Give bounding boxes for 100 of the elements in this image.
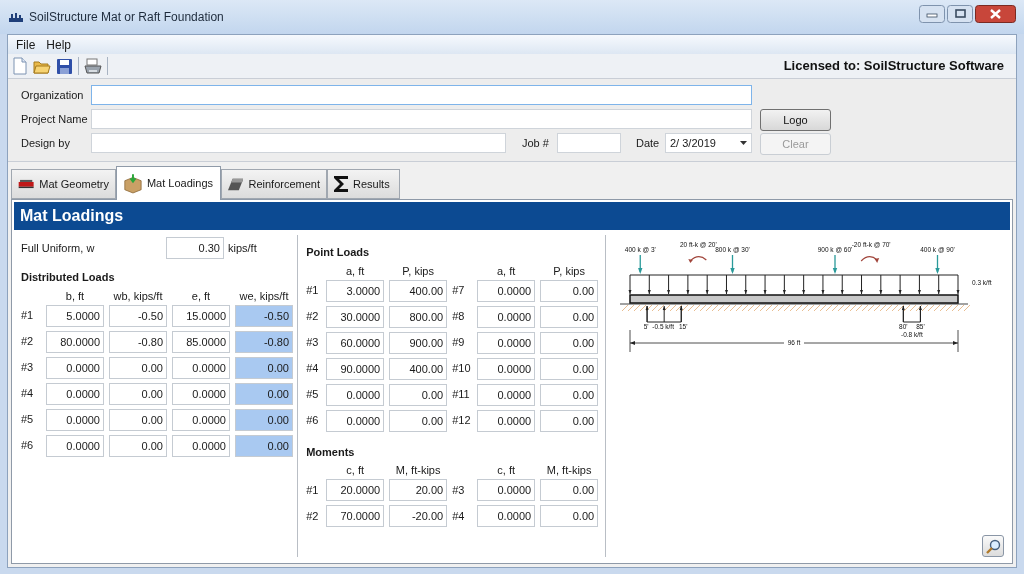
value-field[interactable]: 400.00 [389, 357, 448, 380]
value-field[interactable]: -20.00 [389, 505, 448, 527]
value-field[interactable]: -0.80 [235, 330, 293, 353]
row-label: #10 [452, 361, 472, 377]
value-field[interactable]: 0.00 [540, 505, 599, 527]
value-field[interactable]: 0.00 [540, 279, 599, 302]
value-field[interactable]: 0.0000 [326, 383, 385, 406]
menu-item[interactable]: Help [41, 35, 77, 54]
value-field[interactable]: -0.80 [109, 330, 167, 353]
value-field[interactable]: 30.0000 [326, 305, 385, 328]
value-field[interactable]: 0.00 [109, 434, 167, 457]
minimize-button[interactable] [919, 5, 945, 23]
bar-icon [228, 176, 244, 192]
value-field[interactable]: 0.0000 [477, 505, 536, 527]
value-field[interactable]: 0.0000 [477, 305, 536, 328]
value-field[interactable]: 3.0000 [326, 279, 385, 302]
column-header: P, kips [401, 263, 435, 278]
column-header: P, kips [552, 263, 586, 278]
project-name-field[interactable] [91, 109, 752, 129]
value-field[interactable]: 0.0000 [477, 383, 536, 406]
save-icon[interactable] [56, 57, 73, 75]
value-field[interactable]: 0.0000 [172, 408, 230, 431]
tab[interactable]: Reinforcement [221, 169, 327, 199]
row-label: #5 [21, 412, 35, 428]
value-field[interactable]: 70.0000 [326, 505, 385, 527]
value-field[interactable]: -0.50 [235, 304, 293, 327]
distributed-load-arrows [901, 305, 922, 323]
value-field[interactable]: 0.00 [389, 383, 448, 406]
value-field[interactable]: 0.00 [109, 356, 167, 379]
value-field[interactable]: 0.0000 [477, 409, 536, 432]
value-field[interactable]: 80.0000 [46, 330, 104, 353]
tab[interactable]: Results [327, 169, 400, 199]
value-field[interactable]: 0.0000 [46, 434, 104, 457]
value-field[interactable]: 0.0000 [477, 331, 536, 354]
value-field[interactable]: 0.0000 [477, 357, 536, 380]
value-field[interactable]: 0.0000 [477, 479, 536, 501]
value-field[interactable]: 0.0000 [46, 356, 104, 379]
row-label: #3 [306, 335, 320, 351]
new-file-icon[interactable] [12, 57, 28, 75]
value-field[interactable]: 0.00 [389, 409, 448, 432]
tab[interactable]: Mat Geometry [11, 169, 116, 199]
printer-icon[interactable] [84, 57, 102, 75]
column-header: wb, kips/ft [112, 288, 164, 303]
column-header: we, kips/ft [238, 288, 290, 303]
value-field[interactable]: 0.0000 [46, 408, 104, 431]
value-field[interactable]: 0.00 [235, 382, 293, 405]
value-field[interactable]: 0.00 [540, 383, 599, 406]
value-field[interactable]: 0.0000 [46, 382, 104, 405]
value-field[interactable]: -0.50 [109, 304, 167, 327]
value-field[interactable]: 400.00 [389, 279, 448, 302]
license-text: Licensed to: SoilStructure Software [783, 57, 1004, 76]
value-field[interactable]: 0.0000 [326, 409, 385, 432]
panel-title: Mat Loadings [14, 202, 1010, 230]
close-button[interactable] [975, 5, 1016, 23]
value-field[interactable]: 0.0000 [172, 356, 230, 379]
row-label: #1 [21, 308, 35, 324]
date-picker[interactable]: 2/ 3/2019 [665, 133, 752, 153]
value-field[interactable]: 0.0000 [172, 434, 230, 457]
value-field[interactable]: 15.0000 [172, 304, 230, 327]
row-label: #2 [21, 334, 35, 350]
row-label: #4 [21, 386, 35, 402]
section-heading: Distributed Loads [21, 270, 116, 285]
app-icon [8, 11, 24, 23]
value-field[interactable]: 0.00 [540, 331, 599, 354]
value-field[interactable]: 90.0000 [326, 357, 385, 380]
value-field[interactable]: 800.00 [389, 305, 448, 328]
value-field[interactable]: 0.00 [540, 357, 599, 380]
logo-button[interactable]: Logo [760, 109, 831, 131]
value-field[interactable]: 20.00 [389, 479, 448, 501]
row-label: #4 [452, 508, 466, 524]
column-header: a, ft [345, 263, 366, 278]
organization-field[interactable] [91, 85, 752, 105]
value-field[interactable]: 0.00 [540, 409, 599, 432]
value-field[interactable]: 0.00 [235, 408, 293, 431]
value-field[interactable]: 0.00 [235, 356, 293, 379]
value-field[interactable]: 0.00 [235, 434, 293, 457]
unit-label: kips/ft [228, 240, 257, 256]
moment-arc-arrow [860, 256, 880, 263]
menu-item[interactable]: File [11, 35, 41, 54]
value-field[interactable]: 0.00 [540, 305, 599, 328]
uniform-load-field[interactable]: 0.30 [166, 237, 224, 259]
value-field[interactable]: 20.0000 [326, 479, 385, 501]
value-field[interactable]: 0.00 [540, 479, 599, 501]
value-field[interactable]: 0.00 [109, 408, 167, 431]
row-label: #1 [306, 482, 320, 498]
job-number-field[interactable] [557, 133, 621, 153]
value-field[interactable]: 0.00 [109, 382, 167, 405]
field-label: Job # [522, 135, 550, 151]
value-field[interactable]: 60.0000 [326, 331, 385, 354]
value-field[interactable]: 5.0000 [46, 304, 104, 327]
maximize-button[interactable] [947, 5, 973, 23]
tab[interactable]: Mat Loadings [116, 166, 221, 200]
value-field[interactable]: 85.0000 [172, 330, 230, 353]
value-field[interactable]: 0.0000 [172, 382, 230, 405]
value-field[interactable]: 900.00 [389, 331, 448, 354]
value-field[interactable]: 0.0000 [477, 279, 536, 302]
column-header: a, ft [496, 263, 517, 278]
dropdown-caret-icon[interactable] [740, 141, 747, 145]
design-by-field[interactable] [91, 133, 506, 153]
column-header: M, ft-kips [545, 463, 593, 477]
